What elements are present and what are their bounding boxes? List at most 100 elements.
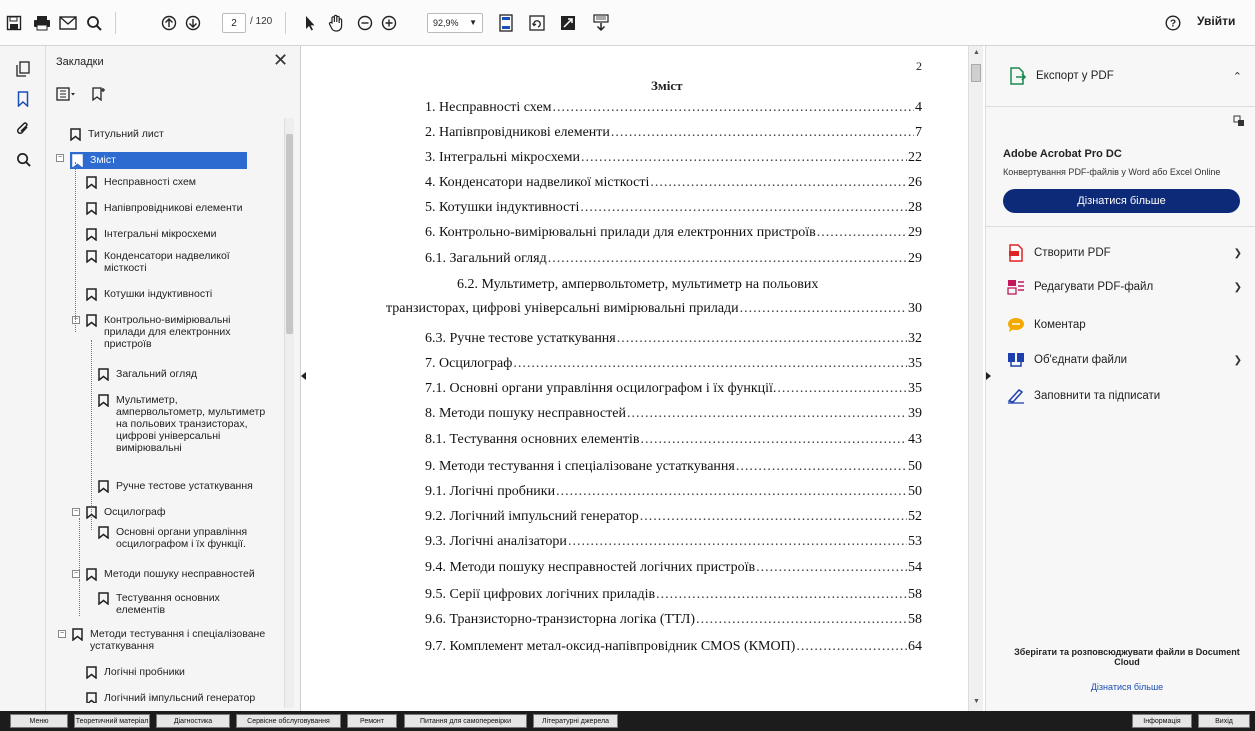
scroll-down-icon[interactable]: ▼ (973, 698, 980, 705)
literature-button[interactable]: Літературні джерела (533, 714, 618, 728)
sign-in-button[interactable]: Увійти (1197, 14, 1235, 28)
bookmark-item[interactable]: Зміст (70, 152, 247, 169)
toc-entry[interactable]: 6. Контрольно-вимірювальні прилади для е… (425, 225, 922, 241)
page-number-input[interactable]: 2 (222, 13, 246, 33)
chevron-down-icon[interactable]: ❯ (1234, 355, 1242, 366)
rotate-icon[interactable] (528, 11, 546, 35)
exit-button[interactable]: Вихід (1198, 714, 1250, 728)
bookmark-item[interactable]: Титульний лист (70, 128, 250, 141)
next-page-icon[interactable] (184, 11, 202, 35)
bookmark-item[interactable]: Контрольно-вимірювальні прилади для елек… (86, 314, 246, 350)
create-pdf-item[interactable]: Створити PDF ❯ (986, 243, 1255, 263)
zoom-in-icon[interactable] (380, 11, 398, 35)
zoom-select[interactable]: 92,9% ▼ (427, 13, 483, 33)
bookmark-item[interactable]: Осцилограф (86, 506, 266, 519)
collapse-toggle-icon[interactable]: − (72, 508, 80, 516)
collapse-toggle-icon[interactable]: − (58, 630, 66, 638)
chevron-up-icon[interactable]: ⌃ (1233, 70, 1242, 83)
search-icon[interactable] (12, 148, 34, 170)
toc-entry[interactable]: 7. Осцилограф 35 (425, 356, 922, 372)
bookmark-item[interactable]: Інтегральні мікросхеми (86, 228, 266, 241)
toc-entry[interactable]: 8.1. Тестування основних елементів 43 (425, 432, 922, 448)
bookmark-item[interactable]: Мультиметр, ампервольтометр, мультиметр … (98, 394, 268, 454)
toc-entry[interactable]: 5. Котушки індуктивності 28 (425, 200, 922, 216)
toc-entry[interactable]: 9.6. Транзисторно-транзисторна логіка (Т… (425, 612, 922, 628)
toc-entry[interactable]: 9.4. Методи пошуку несправностей логічни… (425, 560, 922, 576)
collapse-toggle-icon[interactable]: − (72, 316, 80, 324)
print-icon[interactable] (32, 11, 52, 35)
add-bookmark-icon[interactable] (90, 86, 106, 107)
theory-button[interactable]: Теоретичний матеріал (74, 714, 150, 728)
scrollbar-thumb[interactable] (971, 64, 981, 82)
combine-files-item[interactable]: Об'єднати файли ❯ (986, 350, 1255, 370)
bookmark-item[interactable]: Котушки індуктивності (86, 288, 266, 301)
toc-entry[interactable]: 6.1. Загальний огляд 29 (425, 251, 922, 267)
edit-pdf-item[interactable]: Редагувати PDF-файл ❯ (986, 277, 1255, 297)
bookmark-item[interactable]: Несправності схем (86, 176, 266, 189)
document-view[interactable]: 2 Зміст 1. Несправності схем 4 2. Напівпро… (301, 46, 969, 711)
self-check-button[interactable]: Питання для самоперевірки (404, 714, 527, 728)
toc-entry[interactable]: 2. Напівпровідникові елементи 7 (425, 125, 922, 141)
read-mode-icon[interactable] (591, 11, 611, 35)
toc-entry[interactable]: 8. Методи пошуку несправностей 39 (425, 406, 922, 422)
document-cloud-link[interactable]: Дізнатися більше (1012, 682, 1242, 692)
toc-entry[interactable]: транзисторах, цифрові універсальні вимір… (386, 301, 922, 317)
diagnostics-button[interactable]: Діагностика (156, 714, 230, 728)
scroll-up-icon[interactable]: ▲ (973, 49, 980, 56)
toc-entry[interactable]: 9.2. Логічний імпульсний генератор 52 (425, 509, 922, 525)
toc-entry[interactable]: 4. Конденсатори надвеликої місткості 26 (425, 175, 922, 191)
options-menu-icon[interactable] (56, 87, 76, 106)
select-tool-icon[interactable] (301, 11, 319, 35)
info-button[interactable]: Інформація (1132, 714, 1192, 728)
toc-entry[interactable]: 6.3. Ручне тестове устаткування 32 (425, 331, 922, 347)
learn-more-button[interactable]: Дізнатися більше (1003, 189, 1240, 213)
search-icon[interactable] (84, 11, 104, 35)
attachments-icon[interactable] (12, 118, 34, 140)
save-icon[interactable] (4, 11, 24, 35)
repair-button[interactable]: Ремонт (347, 714, 397, 728)
bookmark-item[interactable]: Методи тестування і спеціалізоване устат… (72, 628, 287, 652)
collapse-right-panel-icon[interactable] (986, 372, 991, 380)
toc-entry[interactable]: 7.1. Основні органи управління осцилогра… (425, 381, 922, 397)
close-icon[interactable]: ✕ (273, 50, 288, 71)
hand-tool-icon[interactable] (326, 11, 346, 35)
email-icon[interactable] (58, 11, 78, 35)
toc-entry[interactable]: 1. Несправності схем 4 (425, 100, 922, 116)
fill-sign-item[interactable]: Заповнити та підписати (986, 386, 1255, 406)
previous-page-icon[interactable] (160, 11, 178, 35)
toc-entry[interactable]: 9. Методи тестування і спеціалізоване ус… (425, 459, 922, 475)
chevron-down-icon[interactable]: ❯ (1234, 282, 1242, 293)
comment-item[interactable]: Коментар (986, 315, 1255, 335)
bookmark-item[interactable]: Напівпровідникові елементи (86, 202, 266, 215)
help-icon[interactable]: ? (1163, 11, 1183, 35)
zoom-out-icon[interactable] (356, 11, 374, 35)
export-pdf-item[interactable]: Експорт у PDF ⌃ (986, 64, 1255, 88)
bookmark-item[interactable]: Тестування основних елементів (98, 592, 238, 616)
document-scrollbar[interactable]: ▲ ▼ (968, 46, 983, 711)
scrollbar-thumb[interactable] (286, 134, 293, 334)
full-screen-icon[interactable] (559, 11, 577, 35)
page-thumbnails-icon[interactable] (12, 58, 34, 80)
bookmark-item[interactable]: Ручне тестове устаткування (98, 480, 278, 493)
bookmark-item[interactable]: Основні органи управління осцилографом і… (98, 526, 268, 550)
toc-entry[interactable]: 9.1. Логічні пробники 50 (425, 484, 922, 500)
toc-entry[interactable]: 3. Інтегральні мікросхеми 22 (425, 150, 922, 166)
toc-entry-title: 7. Осцилограф (425, 356, 513, 371)
toc-entry[interactable]: 6.2. Мультиметр, ампервольтометр, мульти… (457, 277, 818, 293)
toc-entry[interactable]: 9.3. Логічні аналізатори 53 (425, 534, 922, 550)
collapse-toggle-icon[interactable]: − (56, 154, 64, 162)
toc-entry[interactable]: 9.5. Серії цифрових логічних приладів 58 (425, 587, 922, 603)
menu-button[interactable]: Меню (10, 714, 68, 728)
bookmark-item[interactable]: Логічні пробники (86, 666, 266, 679)
chevron-down-icon[interactable]: ❯ (1234, 248, 1242, 259)
bookmark-item[interactable]: Методи пошуку несправностей (86, 568, 276, 581)
fit-page-icon[interactable] (497, 11, 515, 35)
bookmarks-icon[interactable] (12, 88, 34, 110)
bookmark-item[interactable]: Логічний імпульсний генератор (86, 692, 266, 703)
bookmark-item[interactable]: Загальний огляд (98, 368, 268, 381)
collapse-left-panel-icon[interactable] (301, 372, 306, 380)
toc-entry[interactable]: 9.7. Комплемент метал-оксид-напівпровідн… (425, 639, 922, 655)
service-button[interactable]: Сервісне обслуговування (236, 714, 341, 728)
bookmark-item[interactable]: Конденсатори надвеликої місткості (86, 250, 236, 274)
unpin-icon[interactable] (1233, 114, 1245, 132)
